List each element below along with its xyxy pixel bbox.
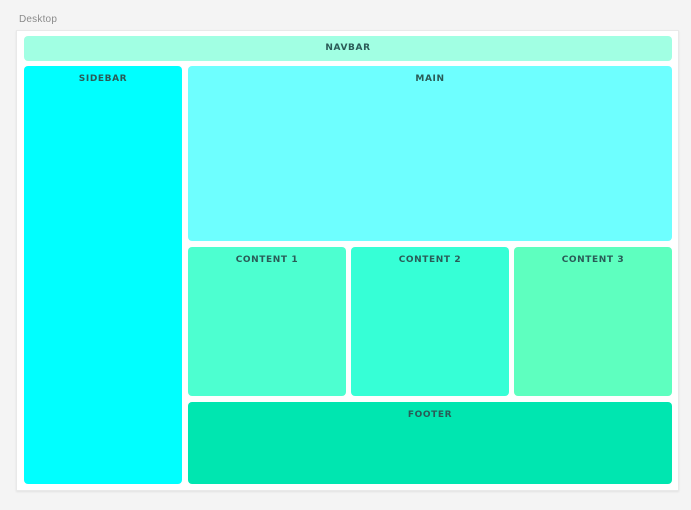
- content-1-area[interactable]: CONTENT 1: [188, 247, 346, 396]
- content-3-area[interactable]: CONTENT 3: [514, 247, 672, 396]
- main-area[interactable]: MAIN: [188, 66, 672, 241]
- sidebar-area[interactable]: SIDEBAR: [24, 66, 182, 484]
- frame-label: Desktop: [19, 14, 58, 25]
- main-label: MAIN: [415, 74, 445, 84]
- navbar-area[interactable]: NAVBAR: [24, 36, 672, 61]
- content-1-label: CONTENT 1: [235, 255, 299, 265]
- footer-label: FOOTER: [407, 410, 453, 420]
- sidebar-label: SIDEBAR: [78, 74, 128, 84]
- content-3-label: CONTENT 3: [561, 255, 625, 265]
- content-2-area[interactable]: CONTENT 2: [351, 247, 509, 396]
- content-2-label: CONTENT 2: [398, 255, 462, 265]
- footer-area[interactable]: FOOTER: [188, 402, 672, 484]
- navbar-label: NAVBAR: [325, 43, 371, 53]
- desktop-frame: NAVBAR SIDEBAR MAIN CONTENT 1 CONTENT 2 …: [16, 30, 679, 491]
